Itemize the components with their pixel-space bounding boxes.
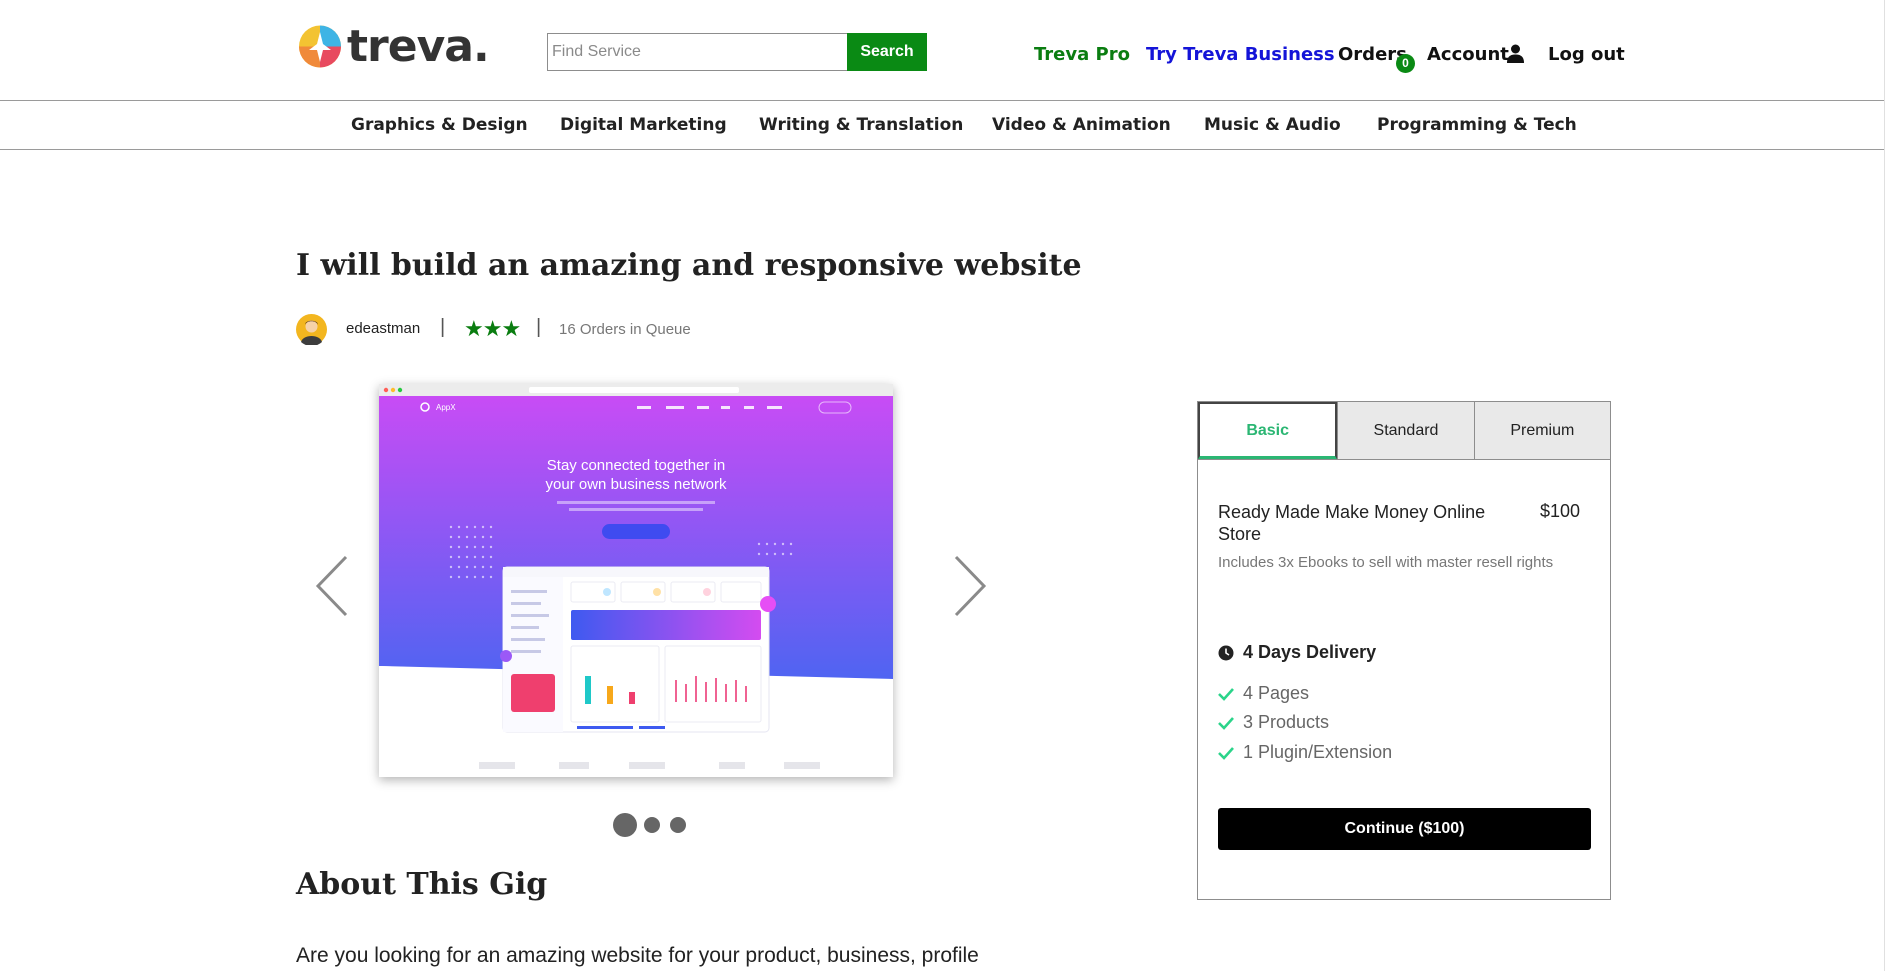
gig-title: I will build an amazing and responsive w… [296,248,1082,283]
seller-name[interactable]: edeastman [346,320,420,337]
category-writing-translation[interactable]: Writing & Translation [759,115,963,135]
mockup-headline-2: your own business network [546,476,727,493]
mockup-headline-1: Stay connected together in [547,457,725,474]
divider: | [536,316,542,338]
try-business-link[interactable]: Try Treva Business [1146,44,1335,65]
package-name: Ready Made Make Money Online Store [1218,502,1486,544]
clock-icon [1218,645,1234,660]
delivery-time: 4 Days Delivery [1218,642,1376,663]
feature-label: 4 Pages [1243,683,1310,703]
carousel-dot-3[interactable] [670,817,686,833]
delivery-label: 4 Days Delivery [1243,642,1377,662]
check-icon [1218,716,1234,730]
search-button[interactable]: Search [847,33,927,71]
chevron-right-icon[interactable] [952,555,988,617]
feature-item: 3 Products [1218,712,1329,733]
seller-avatar[interactable] [296,314,327,345]
feature-item: 4 Pages [1218,683,1309,704]
feature-label: 1 Plugin/Extension [1243,742,1393,762]
feature-label: 3 Products [1243,712,1330,732]
package-price: $100 [1539,501,1580,521]
tab-basic[interactable]: Basic [1198,402,1338,459]
category-bar: Graphics & Design Digital Marketing Writ… [0,101,1901,150]
mockup-brand: AppX [436,403,456,412]
logo-mark-icon [299,25,341,68]
tab-standard[interactable]: Standard [1337,402,1474,459]
logo-text: treva. [347,21,490,72]
package-panel: Basic Standard Premium Ready Made Make M… [1197,401,1611,900]
tab-premium[interactable]: Premium [1473,402,1610,459]
site-header: treva. Search Treva Pro Try Treva Busine… [0,0,1901,101]
continue-button[interactable]: Continue ($100) [1218,808,1591,850]
search-bar: Search [547,33,927,71]
rating-stars: ★★★ [464,316,521,341]
category-programming-tech[interactable]: Programming & Tech [1377,115,1577,135]
orders-count-badge: 0 [1396,54,1415,73]
about-text: Are you looking for an amazing website f… [296,944,979,967]
treva-pro-link[interactable]: Treva Pro [1034,44,1130,65]
category-music-audio[interactable]: Music & Audio [1204,115,1341,135]
logout-link[interactable]: Log out [1548,44,1625,65]
package-tabs: Basic Standard Premium [1198,402,1610,460]
chevron-left-icon[interactable] [314,555,350,617]
check-icon [1218,687,1234,701]
category-video-animation[interactable]: Video & Animation [992,115,1171,135]
divider: | [440,316,446,338]
user-icon[interactable] [1507,44,1524,63]
category-graphics-design[interactable]: Graphics & Design [351,115,528,135]
search-input[interactable] [547,33,847,71]
orders-in-queue: 16 Orders in Queue [559,321,691,338]
category-digital-marketing[interactable]: Digital Marketing [560,115,727,135]
feature-item: 1 Plugin/Extension [1218,742,1392,763]
carousel-dot-2[interactable] [644,817,660,833]
account-link[interactable]: Account [1427,44,1509,65]
package-description: Includes 3x Ebooks to sell with master r… [1218,554,1554,571]
gig-preview-image: AppX Stay connected together in your own… [379,384,893,777]
page-scrollbar[interactable] [1884,0,1901,971]
carousel-dot-1-active[interactable] [613,813,637,837]
website-mockup: AppX Stay connected together in your own… [379,384,893,777]
about-heading: About This Gig [296,867,548,902]
logo[interactable]: treva. [295,21,490,72]
check-icon [1218,746,1234,760]
